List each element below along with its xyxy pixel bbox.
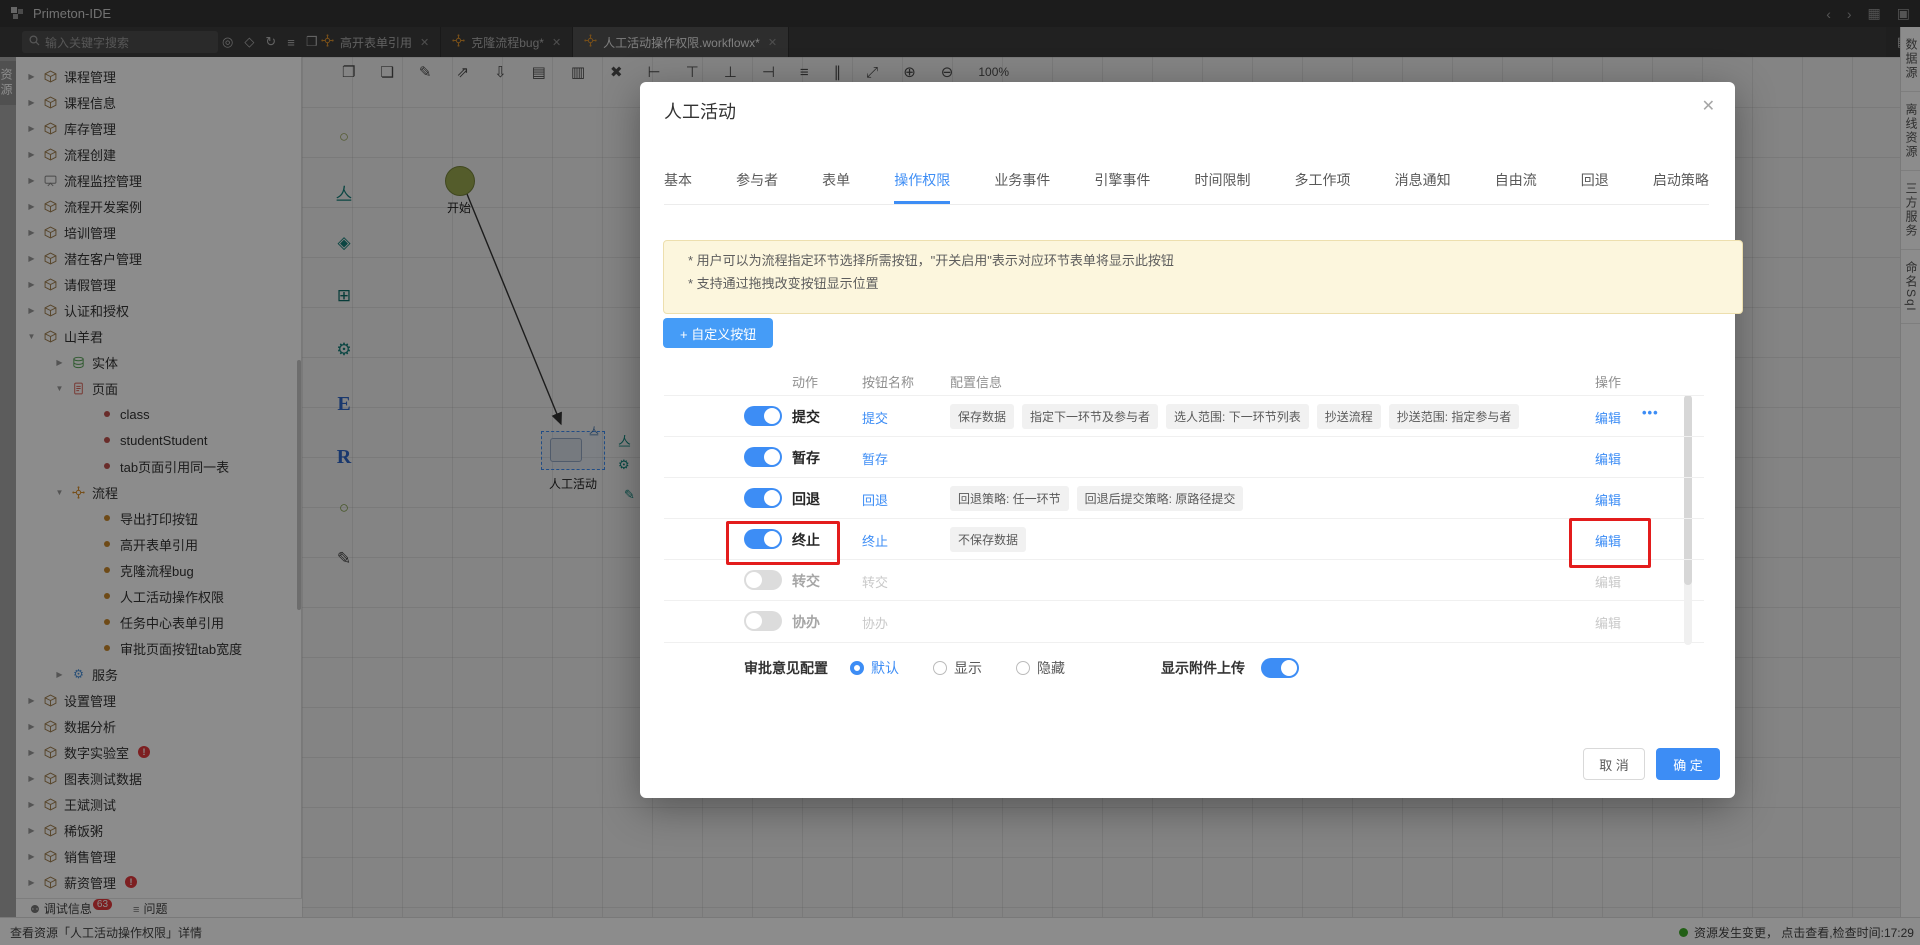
edit-link[interactable]: 编辑 <box>1595 572 1621 591</box>
table-row: 协办 协办 编辑 <box>664 600 1704 643</box>
opinion-radio[interactable]: 隐藏 <box>1016 658 1065 678</box>
radio-label: 隐藏 <box>1037 658 1065 678</box>
annotation-box-terminate-toggle <box>726 521 840 565</box>
edit-link[interactable]: 编辑 <box>1595 490 1621 509</box>
annotation-box-terminate-edit <box>1569 518 1651 568</box>
config-tags: 回退策略: 任一环节回退后提交策略: 原路径提交 <box>950 486 1243 511</box>
config-tags: 不保存数据 <box>950 527 1026 552</box>
button-name-link[interactable]: 暂存 <box>862 449 888 468</box>
config-tag: 指定下一环节及参与者 <box>1022 404 1158 429</box>
table-header: 操作 <box>1595 372 1621 391</box>
config-tag: 抄送流程 <box>1317 404 1381 429</box>
opinion-radio[interactable]: 显示 <box>933 658 982 678</box>
radio-label: 默认 <box>871 658 899 678</box>
edit-link[interactable]: 编辑 <box>1595 408 1621 427</box>
edit-link[interactable]: 编辑 <box>1595 449 1621 468</box>
dialog-tab[interactable]: 消息通知 <box>1395 170 1451 204</box>
enable-toggle[interactable] <box>744 570 782 590</box>
attachment-upload-toggle[interactable] <box>1261 658 1299 678</box>
config-tag: 回退策略: 任一环节 <box>950 486 1069 511</box>
config-tag: 不保存数据 <box>950 527 1026 552</box>
button-name-link[interactable]: 回退 <box>862 490 888 509</box>
dialog-tabs: 基本 参与者 表单 操作权限 业务事件 引擎事件 时间限制 多工作项 消息通知 自由流 回退 启动策略 <box>664 170 1709 205</box>
dialog-tab[interactable]: 回退 <box>1581 170 1609 204</box>
notice-box: * 用户可以为流程指定环节选择所需按钮，"开关启用"表示对应环节表单将显示此按钮… <box>663 240 1743 314</box>
dialog-tab[interactable]: 基本 <box>664 170 692 204</box>
radio-dot-icon <box>850 661 864 675</box>
cancel-button[interactable]: 取 消 <box>1583 748 1645 780</box>
config-tag: 抄送范围: 指定参与者 <box>1389 404 1520 429</box>
button-name-link[interactable]: 提交 <box>862 408 888 427</box>
enable-toggle[interactable] <box>744 406 782 426</box>
config-tag: 回退后提交策略: 原路径提交 <box>1077 486 1244 511</box>
close-icon[interactable]: ✕ <box>1702 96 1715 116</box>
action-label: 协办 <box>792 612 820 632</box>
config-tag: 选人范围: 下一环节列表 <box>1166 404 1309 429</box>
dialog-tab[interactable]: 时间限制 <box>1194 170 1250 204</box>
radio-label: 显示 <box>954 658 982 678</box>
dialog-tab[interactable]: 启动策略 <box>1653 170 1709 204</box>
action-label: 转交 <box>792 571 820 591</box>
opinion-config-label: 审批意见配置 <box>744 658 828 678</box>
radio-dot-icon <box>1016 661 1030 675</box>
enable-toggle[interactable] <box>744 611 782 631</box>
attachment-upload-label: 显示附件上传 <box>1161 658 1245 678</box>
notice-line-2: * 支持通过拖拽改变按钮显示位置 <box>688 272 1718 295</box>
dialog-tab[interactable]: 自由流 <box>1495 170 1537 204</box>
action-label: 回退 <box>792 489 820 509</box>
app-root: Primeton-IDE ‹›▦▣ 输入关键字搜索 ◎◇↻≡❒ 高开表单引用✕克… <box>0 0 1920 945</box>
button-name-link[interactable]: 协办 <box>862 613 888 632</box>
enable-toggle[interactable] <box>744 447 782 467</box>
config-tags: 保存数据指定下一环节及参与者选人范围: 下一环节列表抄送流程抄送范围: 指定参与… <box>950 404 1519 429</box>
notice-line-1: * 用户可以为流程指定环节选择所需按钮，"开关启用"表示对应环节表单将显示此按钮 <box>688 249 1718 272</box>
edit-link[interactable]: 编辑 <box>1595 613 1621 632</box>
table-header: 配置信息 <box>950 372 1002 391</box>
action-label: 暂存 <box>792 448 820 468</box>
table-row: 转交 转交 编辑 <box>664 559 1704 601</box>
dialog-tab[interactable]: 业务事件 <box>994 170 1050 204</box>
table-row: 暂存 暂存 编辑 <box>664 436 1704 478</box>
ok-button[interactable]: 确 定 <box>1656 748 1720 780</box>
dialog-title: 人工活动 <box>664 98 736 124</box>
table-header: 按钮名称 <box>862 372 914 391</box>
dialog-tab[interactable]: 引擎事件 <box>1094 170 1150 204</box>
add-custom-button[interactable]: + 自定义按钮 <box>663 318 773 348</box>
enable-toggle[interactable] <box>744 488 782 508</box>
table-header: 动作 <box>792 372 818 391</box>
table-row: 提交 提交 保存数据指定下一环节及参与者选人范围: 下一环节列表抄送流程抄送范围: … <box>664 395 1704 437</box>
dialog-tab[interactable]: 表单 <box>822 170 850 204</box>
dialog-tab[interactable]: 多工作项 <box>1295 170 1351 204</box>
activity-settings-dialog: 人工活动 ✕ 基本 参与者 表单 操作权限 业务事件 引擎事件 时间限制 多工作项 消息通知 自由… <box>640 82 1735 798</box>
opinion-radio-group: 默认 显示 隐藏 <box>850 658 1065 678</box>
radio-dot-icon <box>933 661 947 675</box>
button-name-link[interactable]: 转交 <box>862 572 888 591</box>
button-name-link[interactable]: 终止 <box>862 531 888 550</box>
dialog-tab[interactable]: 参与者 <box>736 170 778 204</box>
opinion-radio[interactable]: 默认 <box>850 658 899 678</box>
table-row: 回退 回退 回退策略: 任一环节回退后提交策略: 原路径提交 编辑 <box>664 477 1704 519</box>
dialog-tab[interactable]: 操作权限 <box>894 170 950 204</box>
opinion-config-row: 审批意见配置 默认 显示 隐藏 显示附件上传 <box>744 658 1299 678</box>
action-label: 提交 <box>792 407 820 427</box>
more-actions-icon[interactable]: ••• <box>1642 405 1659 420</box>
config-tag: 保存数据 <box>950 404 1014 429</box>
